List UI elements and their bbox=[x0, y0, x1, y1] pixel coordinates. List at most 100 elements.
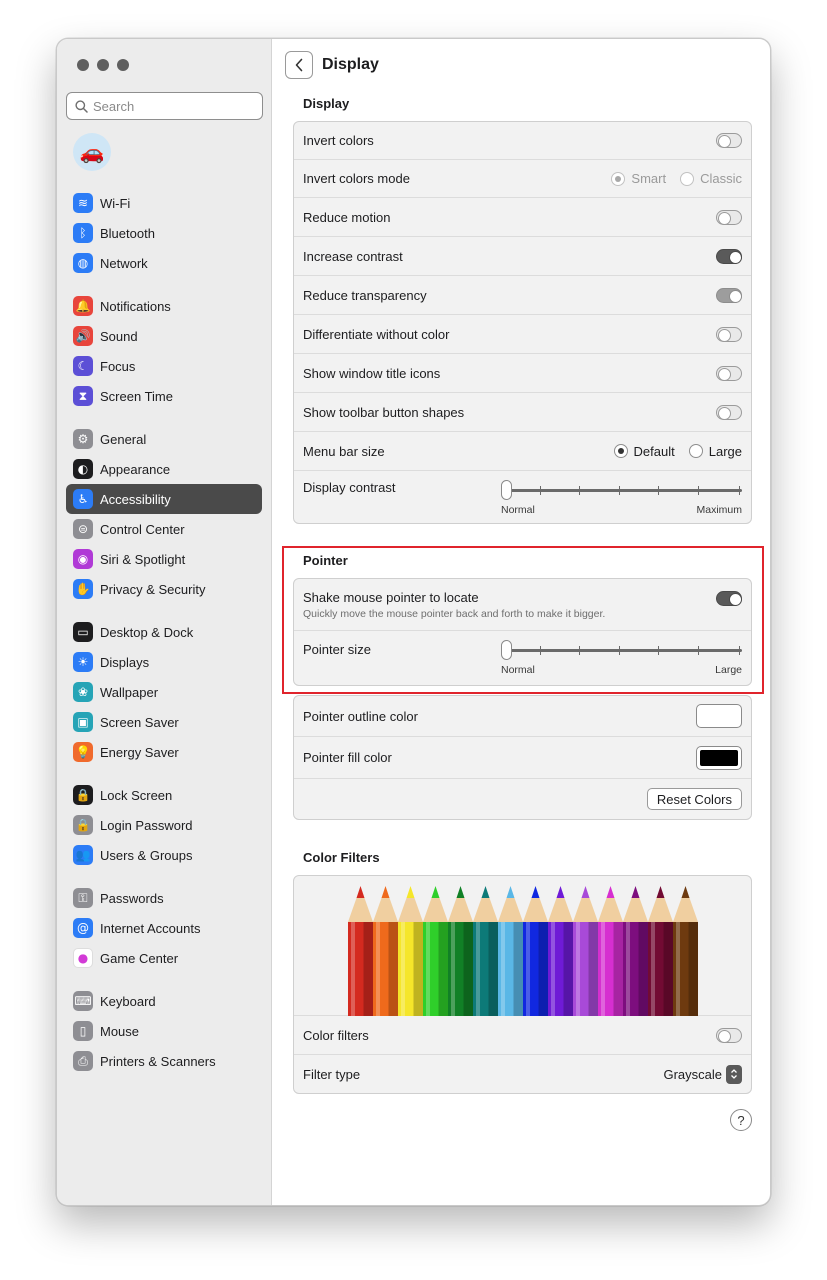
display-contrast-slider[interactable]: Normal Maximum bbox=[501, 477, 742, 517]
radio-dot bbox=[688, 444, 703, 458]
close-window-button[interactable] bbox=[77, 59, 89, 71]
pointer-outline-color-well[interactable] bbox=[696, 704, 742, 728]
sidebar-item-appearance[interactable]: ◐ Appearance bbox=[66, 454, 262, 484]
lock-screen-icon: 🔒 bbox=[73, 785, 93, 805]
search-input[interactable] bbox=[93, 98, 253, 114]
pencil bbox=[473, 886, 498, 1016]
title-icons-toggle[interactable] bbox=[716, 365, 742, 381]
sidebar-group-separator bbox=[66, 411, 262, 424]
color-filters-row: Color filters bbox=[294, 1016, 751, 1055]
main-content: Display Display Invert colors Invert col… bbox=[273, 39, 770, 1205]
sidebar-item-keyboard[interactable]: ⌨ Keyboard bbox=[66, 986, 262, 1016]
sidebar-item-label: Displays bbox=[100, 654, 150, 670]
reduce-transparency-row: Reduce transparency bbox=[294, 276, 751, 315]
sidebar-item-lock-screen[interactable]: 🔒 Lock Screen bbox=[66, 780, 262, 810]
pencil bbox=[598, 886, 623, 1016]
appearance-icon: ◐ bbox=[73, 459, 93, 479]
reset-colors-button[interactable]: Reset Colors bbox=[646, 788, 742, 810]
sidebar-group-separator bbox=[66, 278, 262, 291]
color-swatch bbox=[700, 708, 738, 724]
pencil bbox=[523, 886, 548, 1016]
sidebar-item-game-center[interactable]: ● Game Center bbox=[66, 943, 262, 973]
slider-tick bbox=[658, 646, 659, 655]
pencil bbox=[373, 886, 398, 1016]
sidebar-item-label: Sound bbox=[100, 328, 138, 344]
sidebar-item-login-password[interactable]: 🔒 Login Password bbox=[66, 810, 262, 840]
reduce-motion-toggle[interactable] bbox=[716, 209, 742, 225]
focus-icon: ☾ bbox=[73, 356, 93, 376]
filter-type-popup[interactable]: Grayscale bbox=[663, 1064, 742, 1084]
invert-mode-classic-radio[interactable]: Classic bbox=[680, 171, 742, 186]
toolbar-shapes-label: Show toolbar button shapes bbox=[303, 404, 465, 420]
sidebar-item-control-center[interactable]: ⊜ Control Center bbox=[66, 514, 262, 544]
menu-bar-size-radio-group: Default Large bbox=[613, 444, 742, 459]
sidebar-item-passwords[interactable]: ⚿ Passwords bbox=[66, 883, 262, 913]
help-button[interactable]: ? bbox=[730, 1109, 752, 1131]
sidebar-item-screen-saver[interactable]: ▣ Screen Saver bbox=[66, 707, 262, 737]
sidebar-item-siri-spotlight[interactable]: ◉ Siri & Spotlight bbox=[66, 544, 262, 574]
sidebar-item-wi-fi[interactable]: ≋ Wi-Fi bbox=[66, 188, 262, 218]
sidebar-item-bluetooth[interactable]: ᛒ Bluetooth bbox=[66, 218, 262, 248]
pointer-size-slider[interactable]: Normal Large bbox=[501, 637, 742, 677]
sidebar-group-separator bbox=[66, 973, 262, 986]
sidebar-item-sound[interactable]: 🔊 Sound bbox=[66, 321, 262, 351]
sidebar-item-label: Control Center bbox=[100, 521, 185, 537]
radio-dot bbox=[680, 171, 695, 186]
invert-mode-smart-radio[interactable]: Smart bbox=[611, 171, 666, 186]
pointer-fill-color-well[interactable] bbox=[696, 745, 742, 770]
pencils-illustration bbox=[348, 886, 698, 1016]
lock-icon: 🔒 bbox=[73, 815, 93, 835]
minimize-window-button[interactable] bbox=[97, 59, 109, 71]
increase-contrast-toggle[interactable] bbox=[716, 248, 742, 264]
sidebar-item-label: Passwords bbox=[100, 890, 164, 906]
pointer-settings-group: Shake mouse pointer to locate Quickly mo… bbox=[293, 578, 752, 686]
sidebar-item-desktop-dock[interactable]: ▭ Desktop & Dock bbox=[66, 617, 262, 647]
menu-bar-large-radio[interactable]: Large bbox=[688, 444, 742, 459]
accessibility-icon: ♿ bbox=[73, 489, 93, 509]
sidebar-item-general[interactable]: ⚙ General bbox=[66, 424, 262, 454]
search-field[interactable] bbox=[66, 92, 263, 120]
sidebar-item-displays[interactable]: ☀ Displays bbox=[66, 647, 262, 677]
sidebar-item-focus[interactable]: ☾ Focus bbox=[66, 351, 262, 381]
key-icon: ⚿ bbox=[73, 888, 93, 908]
avatar[interactable]: 🚗 bbox=[73, 133, 111, 171]
back-button[interactable] bbox=[285, 51, 313, 79]
sidebar-item-accessibility[interactable]: ♿ Accessibility bbox=[66, 484, 262, 514]
zoom-window-button[interactable] bbox=[117, 59, 129, 71]
wifi-icon: ≋ bbox=[73, 193, 93, 213]
pencil bbox=[348, 886, 373, 1016]
color-filters-group: Color filters Filter type Grayscale bbox=[293, 875, 752, 1094]
shake-pointer-toggle[interactable] bbox=[716, 591, 742, 606]
network-icon: ◍ bbox=[73, 253, 93, 273]
slider-tick bbox=[619, 486, 620, 495]
sidebar-item-energy-saver[interactable]: 💡 Energy Saver bbox=[66, 737, 262, 767]
sidebar-item-wallpaper[interactable]: ❀ Wallpaper bbox=[66, 677, 262, 707]
settings-window: 🚗 ≋ Wi-Fi ᛒ Bluetooth ◍ Network 🔔 Notifications… bbox=[56, 38, 771, 1206]
color-filters-toggle[interactable] bbox=[716, 1027, 742, 1043]
sidebar-item-mouse[interactable]: ▯ Mouse bbox=[66, 1016, 262, 1046]
menu-bar-default-radio[interactable]: Default bbox=[613, 444, 675, 459]
sidebar-item-privacy-security[interactable]: ✋ Privacy & Security bbox=[66, 574, 262, 604]
differentiate-toggle[interactable] bbox=[716, 326, 742, 342]
sidebar-item-label: Accessibility bbox=[100, 491, 171, 507]
slider-tick bbox=[698, 646, 699, 655]
pencil bbox=[548, 886, 573, 1016]
reduce-transparency-toggle[interactable] bbox=[716, 287, 742, 303]
pointer-colors-group: Pointer outline color Pointer fill color… bbox=[293, 695, 752, 820]
sidebar-item-label: Network bbox=[100, 255, 148, 271]
sidebar-item-users-groups[interactable]: 👥 Users & Groups bbox=[66, 840, 262, 870]
sidebar-item-internet-accounts[interactable]: @ Internet Accounts bbox=[66, 913, 262, 943]
pointer-size-label: Pointer size bbox=[303, 642, 371, 657]
toolbar-shapes-toggle[interactable] bbox=[716, 404, 742, 420]
slider-knob[interactable] bbox=[501, 480, 512, 500]
title-icons-label: Show window title icons bbox=[303, 365, 441, 381]
sidebar-item-network[interactable]: ◍ Network bbox=[66, 248, 262, 278]
sidebar-item-screen-time[interactable]: ⧗ Screen Time bbox=[66, 381, 262, 411]
invert-colors-toggle[interactable] bbox=[716, 133, 742, 148]
slider-knob[interactable] bbox=[501, 640, 512, 660]
pointer-fill-label: Pointer fill color bbox=[303, 750, 392, 765]
sidebar-item-printers-scanners[interactable]: ⎙ Printers & Scanners bbox=[66, 1046, 262, 1076]
sidebar-item-notifications[interactable]: 🔔 Notifications bbox=[66, 291, 262, 321]
page-title: Display bbox=[322, 56, 379, 73]
siri-icon: ◉ bbox=[73, 549, 93, 569]
